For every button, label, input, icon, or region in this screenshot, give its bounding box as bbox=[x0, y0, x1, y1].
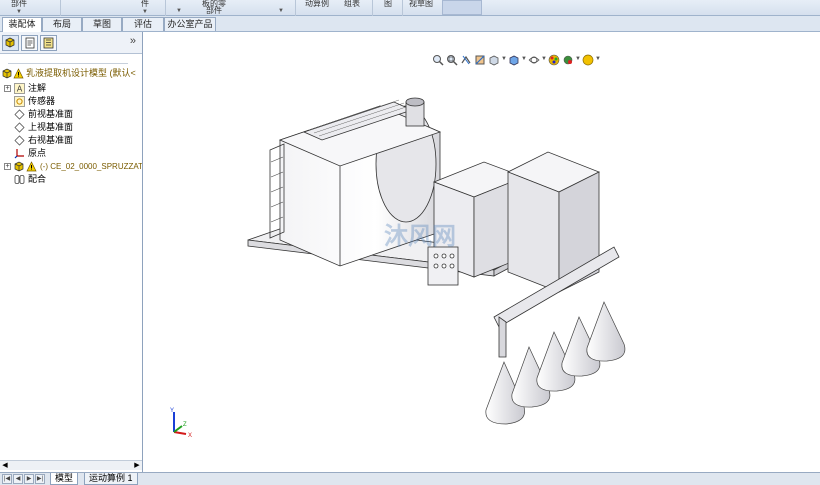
last-tab-icon[interactable]: ▶| bbox=[35, 474, 45, 484]
ribbon-item-label: 部件 bbox=[11, 0, 27, 8]
tree-item-label: 乳液提取机设计模型 (默认< bbox=[26, 68, 136, 78]
tree-item-label: 上视基准面 bbox=[28, 122, 74, 132]
property-manager-tab[interactable] bbox=[21, 35, 38, 51]
next-tab-icon[interactable]: ▶ bbox=[24, 474, 34, 484]
tree-item-label: 注解 bbox=[28, 83, 47, 93]
expand-toggle-icon[interactable]: + bbox=[4, 85, 11, 92]
watermark: 沐风网 bbox=[384, 222, 456, 250]
tab-office-products[interactable]: 办公室产品 bbox=[164, 17, 216, 31]
tree-item-right-plane[interactable]: 右视基准面 bbox=[0, 134, 142, 147]
more-tabs-button[interactable]: » bbox=[130, 35, 136, 47]
scroll-right-icon[interactable]: ▶ bbox=[133, 462, 141, 470]
tree-item-origin[interactable]: 原点 bbox=[0, 147, 142, 160]
ribbon-item-label: 图 bbox=[384, 0, 392, 8]
solidworks-window: 部件 ▼ 件 ▼ 板的零 部件 ▼ ▼ 动算例 组表 图 视草图 装配体 布局 草图… bbox=[0, 0, 820, 485]
model-tabs-bar: |◀ ◀ ▶ ▶| 模型 运动算例 1 bbox=[0, 472, 820, 485]
feature-manager-pane: » 乳液提取机设计模型 (默认< + A 注解 传感器 前视基准面 上视基准面 … bbox=[0, 32, 143, 472]
tab-evaluate[interactable]: 评估 bbox=[122, 17, 164, 31]
chevron-down-icon: ▼ bbox=[16, 9, 22, 15]
feature-filter-bar[interactable] bbox=[8, 60, 128, 64]
tree-item-label: 配合 bbox=[28, 174, 47, 184]
configuration-manager-icon bbox=[43, 37, 54, 49]
assembly-icon bbox=[2, 68, 12, 79]
chevron-down-icon: ▼ bbox=[142, 9, 148, 15]
svg-text:A: A bbox=[17, 85, 23, 94]
expand-toggle-icon[interactable]: + bbox=[4, 163, 11, 170]
assembly-icon bbox=[14, 161, 24, 172]
ribbon-item-label: 动算例 bbox=[305, 0, 329, 8]
ribbon-item-parts[interactable]: 部件 ▼ bbox=[4, 0, 34, 16]
command-manager-tabs: 装配体 布局 草图 评估 办公室产品 bbox=[0, 16, 820, 32]
horizontal-scrollbar[interactable]: ◀ ▶ bbox=[0, 460, 142, 470]
tree-item-top-plane[interactable]: 上视基准面 bbox=[0, 121, 142, 134]
ribbon-active-button[interactable] bbox=[442, 0, 482, 15]
ribbon-divider bbox=[372, 0, 373, 16]
tree-item-label: 传感器 bbox=[28, 96, 56, 106]
tree-item-front-plane[interactable]: 前视基准面 bbox=[0, 108, 142, 121]
graphics-area[interactable]: ▼ ▼ ▼ ▼ ▼ 沐风网 Y X Z bbox=[144, 32, 820, 472]
ribbon-item-label: 件 bbox=[141, 0, 149, 8]
configuration-manager-tab[interactable] bbox=[40, 35, 57, 51]
mates-icon bbox=[14, 175, 25, 184]
ribbon-divider bbox=[402, 0, 403, 16]
origin-icon bbox=[14, 149, 24, 159]
property-manager-icon bbox=[25, 37, 35, 49]
ribbon-divider bbox=[295, 0, 296, 16]
tree-item-mates[interactable]: 配合 bbox=[0, 173, 142, 186]
chevron-down-icon[interactable]: ▼ bbox=[176, 8, 182, 14]
tree-item-label: 右视基准面 bbox=[28, 135, 74, 145]
plane-icon bbox=[14, 109, 25, 120]
coordinate-triad: Y X Z bbox=[170, 408, 192, 439]
scroll-left-icon[interactable]: ◀ bbox=[1, 462, 9, 470]
warning-icon bbox=[26, 161, 37, 172]
ribbon-item-bom[interactable]: 组表 bbox=[340, 0, 364, 16]
tree-item-annotations[interactable]: + A 注解 bbox=[0, 82, 142, 95]
tab-assembly[interactable]: 装配体 bbox=[2, 17, 42, 32]
tree-item-label: 原点 bbox=[28, 148, 47, 158]
tree-item-sensors[interactable]: 传感器 bbox=[0, 95, 142, 108]
ribbon-item-motion-study[interactable]: 动算例 bbox=[302, 0, 332, 16]
ribbon-item-view[interactable]: 图 bbox=[382, 0, 394, 16]
sensor-icon bbox=[14, 96, 25, 107]
ribbon-item-sheetmetal[interactable]: 板的零 部件 bbox=[194, 0, 234, 16]
plane-icon bbox=[14, 135, 25, 146]
feature-manager-toolbar: » bbox=[0, 32, 142, 54]
tab-sketch[interactable]: 草图 bbox=[82, 17, 122, 31]
chevron-down-icon[interactable]: ▼ bbox=[278, 8, 284, 14]
ribbon-item-label: 组表 bbox=[344, 0, 360, 8]
tree-root-assembly[interactable]: 乳液提取机设计模型 (默认< bbox=[0, 67, 142, 80]
annotation-icon: A bbox=[14, 83, 25, 94]
tree-item-label: 前视基准面 bbox=[28, 109, 74, 119]
tab-motion-study-1[interactable]: 运动算例 1 bbox=[84, 473, 138, 485]
first-tab-icon[interactable]: |◀ bbox=[2, 474, 12, 484]
ribbon-divider bbox=[165, 0, 166, 16]
triad-y-label: Y bbox=[170, 408, 174, 414]
ribbon-item-label: 板的零 部件 bbox=[202, 0, 226, 15]
ribbon-item-sketch[interactable]: 视草图 bbox=[406, 0, 436, 16]
triad-z-label: Z bbox=[183, 422, 187, 428]
prev-tab-icon[interactable]: ◀ bbox=[13, 474, 23, 484]
plane-icon bbox=[14, 122, 25, 133]
assembly-model-render[interactable]: 沐风网 bbox=[144, 32, 820, 472]
ribbon-item-component[interactable]: 件 ▼ bbox=[138, 0, 152, 16]
triad-x-label: X bbox=[188, 433, 192, 439]
tab-model[interactable]: 模型 bbox=[50, 473, 79, 485]
tree-item-subassembly[interactable]: + (-) CE_02_0000_SPRUZZAT bbox=[0, 160, 142, 173]
ribbon-item-label: 视草图 bbox=[409, 0, 433, 8]
feature-tree-icon bbox=[5, 37, 15, 48]
ribbon-divider bbox=[60, 0, 61, 16]
tab-layout[interactable]: 布局 bbox=[42, 17, 82, 31]
feature-tree-tab[interactable] bbox=[2, 35, 19, 51]
warning-icon bbox=[13, 68, 24, 79]
ribbon-toolbar: 部件 ▼ 件 ▼ 板的零 部件 ▼ ▼ 动算例 组表 图 视草图 bbox=[0, 0, 820, 16]
tree-item-label: (-) CE_02_0000_SPRUZZAT bbox=[40, 162, 142, 171]
